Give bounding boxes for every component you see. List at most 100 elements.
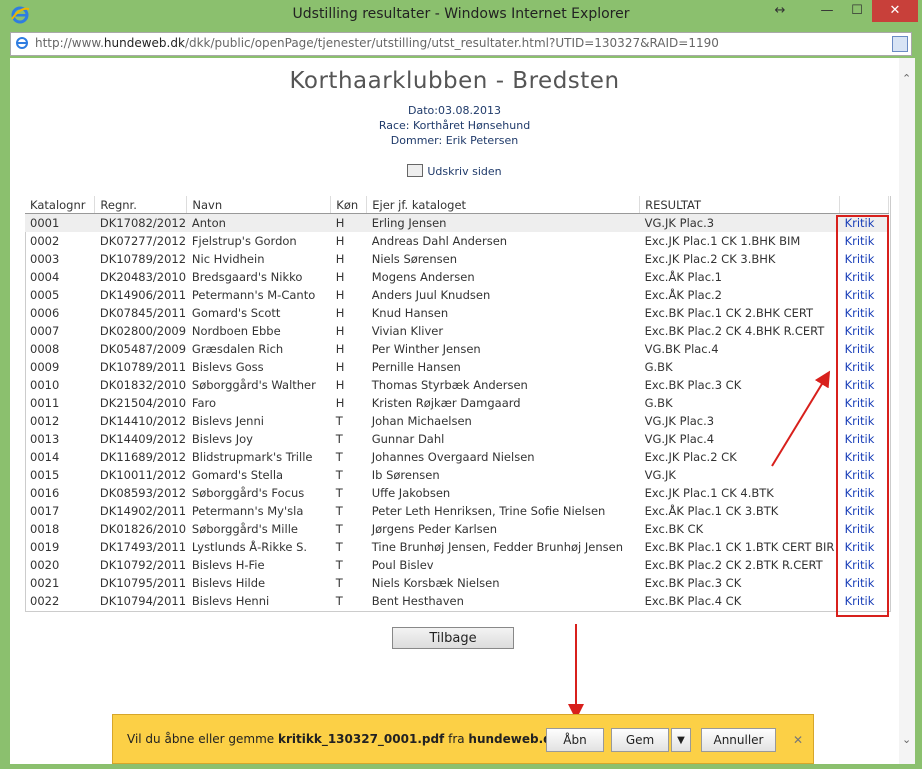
cell-katalognr: 0012 bbox=[30, 414, 60, 428]
cell-kon: H bbox=[335, 378, 345, 392]
cell-kon: T bbox=[335, 468, 343, 482]
cell-kon: H bbox=[335, 270, 345, 284]
cell-kon: H bbox=[335, 396, 345, 410]
cell-navn: Bislevs Henni bbox=[191, 594, 270, 608]
table-row: 0012 DK14410/2012 Bislevs Jenni T Johan Mich… bbox=[25, 412, 889, 430]
cell-navn: Nordboen Ebbe bbox=[191, 324, 281, 338]
close-notification-icon[interactable]: ✕ bbox=[793, 733, 803, 747]
cell-navn: Faro bbox=[191, 396, 217, 410]
save-dropdown-icon[interactable]: ▼ bbox=[671, 728, 691, 752]
cell-navn: Græsdalen Rich bbox=[191, 342, 284, 356]
cell-regnr: DK10792/2011 bbox=[99, 558, 187, 572]
cell-regnr: DK10789/2011 bbox=[99, 360, 187, 374]
col-navn[interactable]: Navn bbox=[186, 196, 332, 214]
minimize-button[interactable]: — bbox=[814, 0, 840, 22]
breed: Race: Korthåret Hønsehund bbox=[378, 119, 531, 132]
col-katalognr[interactable]: Katalognr bbox=[25, 196, 96, 214]
title-bar[interactable]: Udstilling resultater - Windows Internet… bbox=[0, 0, 922, 30]
cell-ejer: Bent Hesthaven bbox=[371, 594, 464, 608]
cell-katalognr: 0021 bbox=[30, 576, 60, 590]
cell-navn: Blidstrupmark's Trille bbox=[191, 450, 313, 464]
cell-ejer: Johan Michaelsen bbox=[371, 414, 472, 428]
cell-resultat: Exc.BK Plac.3 CK bbox=[644, 378, 742, 392]
back-button[interactable]: Tilbage bbox=[392, 627, 514, 649]
table-row: 0009 DK10789/2011 Bislevs Goss H Pernille Ha… bbox=[25, 358, 889, 376]
cell-kon: H bbox=[335, 234, 345, 248]
cell-katalognr: 0016 bbox=[30, 486, 60, 500]
cell-kon: T bbox=[335, 576, 343, 590]
cell-regnr: DK02800/2009 bbox=[99, 324, 187, 338]
cell-regnr: DK07845/2011 bbox=[99, 306, 187, 320]
cell-regnr: DK20483/2010 bbox=[99, 270, 187, 284]
cell-ejer: Ib Sørensen bbox=[371, 468, 440, 482]
cell-regnr: DK11689/2012 bbox=[99, 450, 187, 464]
cell-navn: Gomard's Stella bbox=[191, 468, 284, 482]
cell-navn: Fjelstrup's Gordon bbox=[191, 234, 297, 248]
table-row: 0002 DK07277/2012 Fjelstrup's Gordon H Andre… bbox=[25, 232, 889, 250]
table-row: 0008 DK05487/2009 Græsdalen Rich H Per Winth… bbox=[25, 340, 889, 358]
cell-resultat: Exc.ÅK Plac.1 CK 3.BTK bbox=[644, 504, 779, 518]
maximize-button[interactable]: ☐ bbox=[844, 0, 870, 22]
cell-navn: Nic Hvidhein bbox=[191, 252, 265, 266]
cell-katalognr: 0017 bbox=[30, 504, 60, 518]
cell-ejer: Knud Hansen bbox=[371, 306, 449, 320]
cell-kon: H bbox=[335, 288, 345, 302]
cell-regnr: DK10011/2012 bbox=[99, 468, 187, 482]
cell-regnr: DK17082/2012 bbox=[94, 213, 187, 232]
col-resultat[interactable]: RESULTAT bbox=[639, 196, 841, 214]
scroll-down-icon[interactable]: ⌄ bbox=[902, 733, 911, 746]
vertical-scrollbar[interactable]: ⌃ ⌄ bbox=[899, 58, 915, 764]
page-icon bbox=[16, 37, 28, 49]
cell-regnr: DK10794/2011 bbox=[99, 594, 187, 608]
resize-icon[interactable]: ↔ bbox=[765, 0, 795, 22]
table-row: 0014 DK11689/2012 Blidstrupmark's Trille T J… bbox=[25, 448, 889, 466]
printer-icon bbox=[407, 164, 424, 177]
col-ejer[interactable]: Ejer jf. kataloget bbox=[366, 196, 641, 214]
cell-navn: Lystlunds Å-Rikke S. bbox=[191, 540, 308, 554]
cell-ejer: Andreas Dahl Andersen bbox=[371, 234, 508, 248]
cell-katalognr: 0003 bbox=[30, 252, 60, 266]
table-row: 0010 DK01832/2010 Søborggård's Walther H Tho… bbox=[25, 376, 889, 394]
table-row: 0003 DK10789/2012 Nic Hvidhein H Niels Søren… bbox=[25, 250, 889, 268]
compatibility-view-icon[interactable] bbox=[892, 36, 908, 52]
cell-ejer: Erling Jensen bbox=[366, 213, 640, 232]
cell-kon: T bbox=[335, 432, 343, 446]
cell-katalognr: 0002 bbox=[30, 234, 60, 248]
cell-katalognr: 0013 bbox=[30, 432, 60, 446]
url-text[interactable]: http://www.hundeweb.dk/dkk/public/openPa… bbox=[35, 36, 719, 50]
cell-resultat: Exc.BK Plac.2 CK 2.BTK R.CERT bbox=[644, 558, 823, 572]
table-row: 0007 DK02800/2009 Nordboen Ebbe H Vivian Kli… bbox=[25, 322, 889, 340]
cell-katalognr: 0005 bbox=[30, 288, 60, 302]
cell-katalognr: 0011 bbox=[30, 396, 60, 410]
cell-resultat: G.BK bbox=[644, 360, 673, 374]
cell-ejer: Kristen Røjkær Damgaard bbox=[371, 396, 521, 410]
highlight-box bbox=[836, 215, 889, 617]
cell-navn: Bislevs Joy bbox=[191, 432, 253, 446]
col-kon[interactable]: Køn bbox=[330, 196, 368, 214]
cell-navn: Bislevs Hilde bbox=[191, 576, 266, 590]
print-page-link[interactable]: Udskriv siden bbox=[10, 164, 899, 178]
cell-resultat: VG.JK Plac.4 bbox=[644, 432, 715, 446]
cell-resultat: VG.JK Plac.3 bbox=[644, 414, 715, 428]
cancel-button[interactable]: Annuller bbox=[701, 728, 776, 752]
cell-kon: T bbox=[335, 450, 343, 464]
scroll-up-icon[interactable]: ⌃ bbox=[902, 72, 911, 85]
cell-ejer: Tine Brunhøj Jensen, Fedder Brunhøj Jens… bbox=[371, 540, 624, 554]
cell-katalognr: 0007 bbox=[30, 324, 60, 338]
table-row: 0004 DK20483/2010 Bredsgaard's Nikko H Mogen… bbox=[25, 268, 889, 286]
table-row: 0011 DK21504/2010 Faro H Kristen Røjkær Damg… bbox=[25, 394, 889, 412]
address-bar[interactable]: http://www.hundeweb.dk/dkk/public/openPa… bbox=[10, 32, 912, 56]
cell-navn: Bislevs Jenni bbox=[191, 414, 264, 428]
cell-resultat: Exc.BK Plac.1 CK 2.BHK CERT bbox=[644, 306, 814, 320]
save-button[interactable]: Gem bbox=[611, 728, 669, 752]
table-row: 0019 DK17493/2011 Lystlunds Å-Rikke S. T Tin… bbox=[25, 538, 889, 556]
table-row: 0006 DK07845/2011 Gomard's Scott H Knud Hans… bbox=[25, 304, 889, 322]
open-button[interactable]: Åbn bbox=[546, 728, 604, 752]
cell-kon: H bbox=[335, 360, 345, 374]
table-row: 0017 DK14902/2011 Petermann's My'sla T Peter… bbox=[25, 502, 889, 520]
cell-resultat: Exc.BK Plac.2 CK 4.BHK R.CERT bbox=[644, 324, 825, 338]
cell-navn: Bislevs Goss bbox=[191, 360, 264, 374]
close-button[interactable]: ✕ bbox=[872, 0, 918, 22]
cell-ejer: Thomas Styrbæk Andersen bbox=[371, 378, 528, 392]
col-regnr[interactable]: Regnr. bbox=[94, 196, 188, 214]
